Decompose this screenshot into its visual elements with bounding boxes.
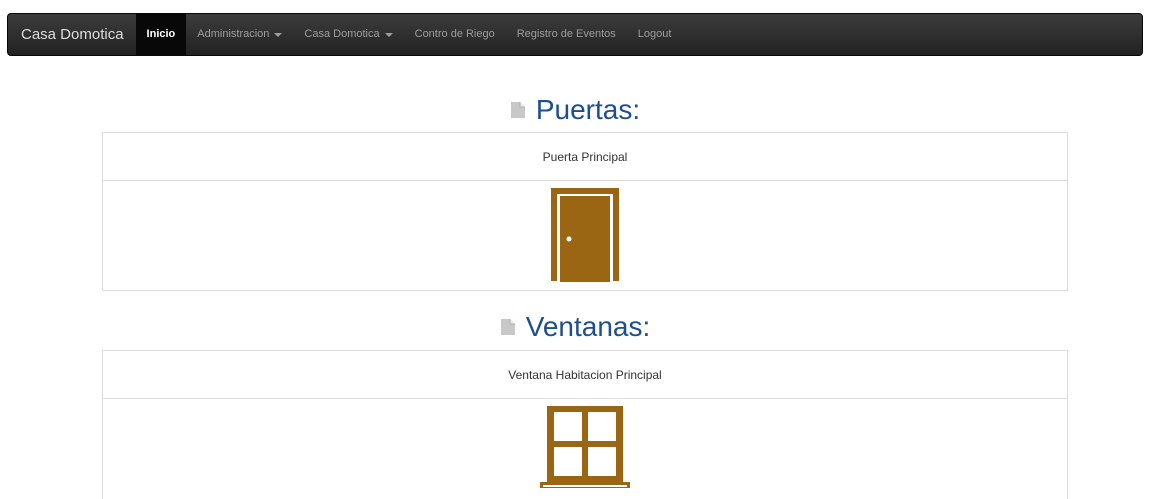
caret-down-icon: [384, 32, 393, 37]
doors-panel: Puerta Principal: [102, 132, 1068, 291]
nav-logout-label: Logout: [637, 28, 672, 40]
window-name: Ventana Habitacion Principal: [103, 351, 1067, 399]
door-icon[interactable]: [550, 187, 620, 282]
section-title-windows: Ventanas:: [0, 307, 1150, 347]
nav-inicio-label: Inicio: [146, 28, 176, 40]
nav-administracion[interactable]: Administracion: [186, 13, 293, 56]
doors-title-text: Puertas:: [535, 94, 641, 125]
nav-inicio[interactable]: Inicio: [135, 13, 187, 56]
document-icon: [500, 319, 515, 335]
navbar-brand[interactable]: Casa Domotica: [8, 13, 136, 56]
nav-casa-domotica[interactable]: Casa Domotica: [293, 13, 403, 56]
nav-registro-eventos[interactable]: Registro de Eventos: [506, 13, 627, 56]
window-status-cell: [103, 399, 1067, 499]
section-title-doors: Puertas:: [0, 90, 1150, 130]
top-navbar: Casa Domotica Inicio Administracion Casa…: [7, 13, 1143, 56]
nav-riego-label: Contro de Riego: [414, 28, 495, 40]
nav-casa-domotica-label: Casa Domotica: [304, 28, 380, 40]
nav-riego[interactable]: Contro de Riego: [404, 13, 506, 56]
nav-registro-label: Registro de Eventos: [516, 28, 616, 40]
windows-title-text: Ventanas:: [525, 311, 651, 342]
nav-logout[interactable]: Logout: [627, 13, 683, 56]
windows-panel: Ventana Habitacion Principal: [102, 350, 1068, 499]
document-icon: [510, 102, 525, 118]
door-name: Puerta Principal: [103, 133, 1067, 181]
nav-administracion-label: Administracion: [197, 28, 270, 40]
door-status-cell: [103, 181, 1067, 290]
window-icon[interactable]: [540, 405, 630, 499]
caret-down-icon: [274, 32, 283, 37]
